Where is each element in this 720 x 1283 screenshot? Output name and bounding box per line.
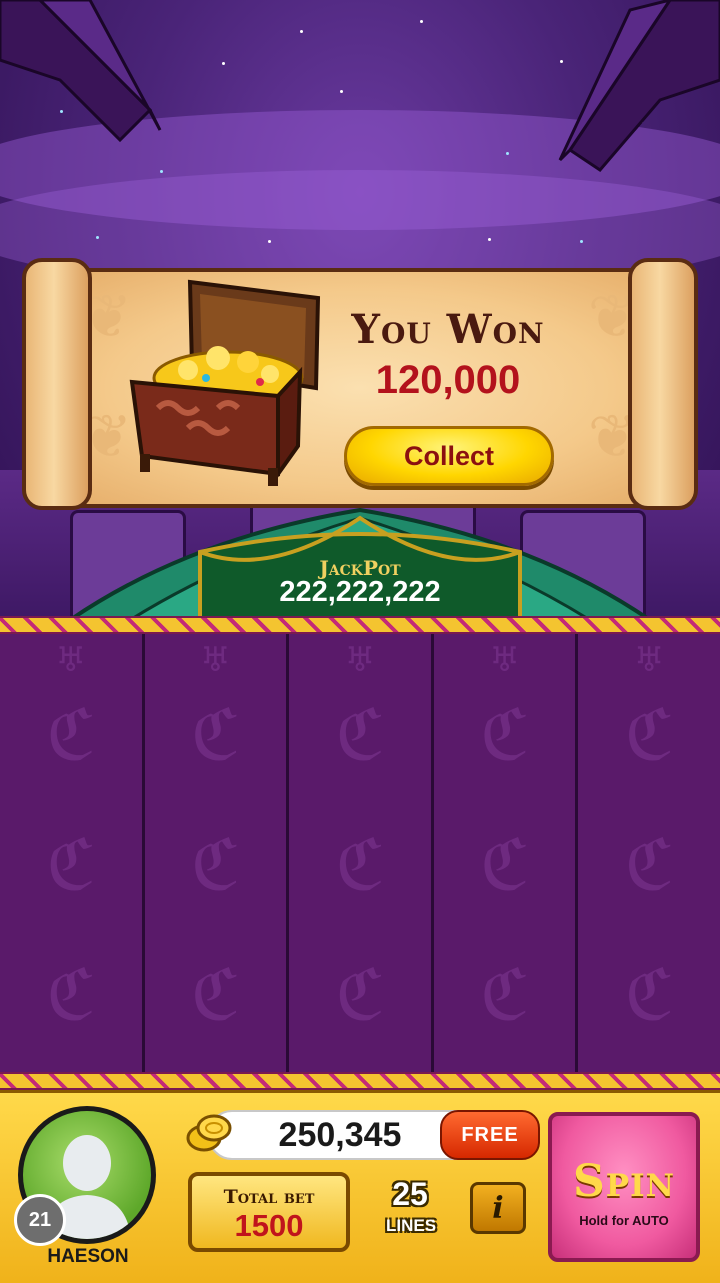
spin-hold-auto-label: Hold for AUTO [579,1213,669,1228]
reel[interactable]: ♅ ℭ ℭ ℭ [0,634,145,1074]
reel[interactable]: ♅ ℭ ℭ ℭ [144,634,290,1074]
total-bet-value: 1500 [234,1208,304,1243]
reel[interactable]: ♅ ℭ ℭ ℭ [289,634,434,1074]
coin-balance-value: 250,345 [278,1115,402,1154]
rope-divider-top [0,616,720,634]
you-won-title: You Won [351,306,545,353]
free-coins-button[interactable]: FREE [440,1110,540,1160]
total-bet-label: Total bet [223,1186,315,1208]
win-amount: 120,000 [375,358,521,402]
spin-button[interactable]: Spin Hold for AUTO [548,1112,700,1262]
reel[interactable]: ♅ ℭ ℭ ℭ [433,634,579,1074]
slot-reels[interactable]: ♅ ℭ ℭ ℭ ♅ ℭ ℭ ℭ ♅ ℭ ℭ ℭ ♅ ℭ ℭ ℭ ♅ ℭ ℭ ℭ [0,634,720,1074]
scroll-roll-left [22,258,92,510]
jackpot-value: 222,222,222 [279,576,441,608]
treasure-chest-icon [129,279,321,486]
collect-button[interactable]: Collect [344,426,554,486]
crystal-left-icon [0,0,162,143]
info-icon[interactable]: i [470,1182,526,1234]
total-bet-button[interactable]: Total bet 1500 [188,1172,350,1252]
player-name: HAESON [47,1246,129,1267]
crystal-right-icon [558,0,720,172]
lines-label: LINES [385,1216,437,1235]
lines-value: 25 [392,1176,428,1212]
gold-coins-icon [186,1114,232,1152]
rope-divider-bottom [0,1072,720,1090]
scroll-roll-right [628,258,698,510]
spin-label: Spin [573,1156,675,1207]
reel[interactable]: ♅ ℭ ℭ ℭ [578,634,720,1074]
player-level-badge: 21 [14,1194,66,1246]
